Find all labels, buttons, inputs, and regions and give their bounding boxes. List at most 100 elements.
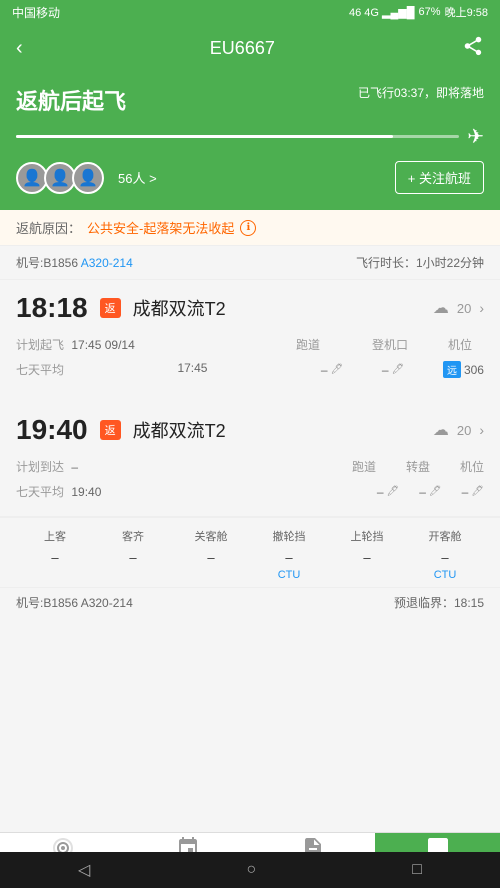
dep-avg-value: 17:45 xyxy=(177,361,207,378)
dep-gate-value: – xyxy=(382,363,389,377)
progress-track xyxy=(16,135,459,138)
dep-position-value: 306 xyxy=(464,363,484,377)
status-col-0: 上客 xyxy=(16,528,94,544)
status-val-3: – xyxy=(250,550,328,565)
signal-label: 46 4G ▂▄▆█ xyxy=(349,6,415,19)
follower-avatars: 👤 👤 👤 56人 > xyxy=(16,162,157,194)
arr-turntable-value: – xyxy=(419,485,426,499)
arr-position-edit-icon: 🖊 xyxy=(471,486,484,497)
arrival-time: 19:40 xyxy=(16,414,88,446)
back-button[interactable]: ‹ xyxy=(16,37,23,60)
arr-position-value: – xyxy=(462,485,469,499)
battery-label: 67% xyxy=(419,6,441,18)
status-sub-2 xyxy=(172,569,250,581)
followers-row: 👤 👤 👤 56人 > + 关注航班 xyxy=(16,161,484,194)
dep-gate-edit-icon: 🖊 xyxy=(392,364,405,375)
return-reason-value: 公共安全-起落架无法收起 xyxy=(87,218,234,237)
status-sub-row: CTU CTU xyxy=(16,569,484,581)
dep-runway-value: – xyxy=(321,363,328,377)
departure-values-row: 七天平均 17:45 – 🖊 – 🖊 远 306 xyxy=(16,357,484,382)
arr-sched-label: 计划到达 xyxy=(16,460,64,474)
arr-position-label: 机位 xyxy=(460,458,484,475)
bottom-preview: 预退临界：18:15 xyxy=(394,594,484,611)
flight-progress: ✈ xyxy=(16,124,484,149)
arrival-weather-icon: ☁ xyxy=(433,420,449,440)
sys-home-button[interactable]: ○ xyxy=(246,861,256,879)
status-sub-1 xyxy=(94,569,172,581)
arrival-segment: 19:40 返 成都双流T2 ☁ 20 › 计划到达 – 跑道 转盘 机位 七天… xyxy=(0,402,500,517)
arr-avg-label: 七天平均 xyxy=(16,485,64,499)
departure-time: 18:18 xyxy=(16,292,88,324)
arr-turntable-edit-icon: 🖊 xyxy=(429,486,442,497)
arrival-scheduled-row: 计划到达 – 跑道 转盘 机位 xyxy=(16,454,484,479)
status-right: 46 4G ▂▄▆█ 67% 晚上9:58 xyxy=(349,4,488,20)
flight-duration: 飞行时长：1小时22分钟 xyxy=(356,254,484,271)
status-header-row: 上客 客齐 关客舱 撤轮挡 上轮挡 开客舱 xyxy=(16,528,484,544)
arrival-airport: 成都双流T2 xyxy=(133,417,226,443)
share-button[interactable] xyxy=(462,35,484,62)
return-reason-bar: 返航原因： 公共安全-起落架无法收起 ℹ xyxy=(0,210,500,246)
bottom-meta-bar: 机号:B1856 A320-214 预退临界：18:15 xyxy=(0,587,500,617)
status-sub-0 xyxy=(16,569,94,581)
hero-section: 返航后起飞 已飞行03:37，即将落地 ✈ 👤 👤 👤 56人 > + 关注航班 xyxy=(0,72,500,210)
app-header: ‹ EU6667 xyxy=(0,24,500,72)
plane-icon: ✈ xyxy=(467,124,484,149)
status-sub-3: CTU xyxy=(250,569,328,581)
departure-segment: 18:18 返 成都双流T2 ☁ 20 › 计划起飞 17:45 09/14 跑… xyxy=(0,280,500,402)
bottom-aircraft-info: 机号:B1856 A320-214 xyxy=(16,594,133,611)
flight-meta-bar: 机号:B1856 A320-214 飞行时长：1小时22分钟 xyxy=(0,246,500,280)
dep-sched-label: 计划起飞 xyxy=(16,338,64,352)
dep-sched-value: 17:45 09/14 xyxy=(71,338,134,352)
arrival-badge: 返 xyxy=(100,420,121,440)
dep-runway-label: 跑道 xyxy=(296,336,332,353)
dep-position-label: 机位 xyxy=(448,336,484,353)
system-nav-bar: ◁ ○ □ xyxy=(0,852,500,888)
status-col-4: 上轮挡 xyxy=(328,528,406,544)
avatar-3: 👤 xyxy=(72,162,104,194)
arr-runway-label: 跑道 xyxy=(352,458,376,475)
time-label: 晚上9:58 xyxy=(445,4,488,20)
dep-avg-label: 七天平均 xyxy=(16,361,64,378)
status-col-5: 开客舱 xyxy=(406,528,484,544)
flight-number-title: EU6667 xyxy=(210,38,275,59)
dep-gate-label: 登机口 xyxy=(372,336,408,353)
departure-temp: 20 xyxy=(457,301,471,316)
status-sub-5: CTU xyxy=(406,569,484,581)
departure-scheduled-row: 计划起飞 17:45 09/14 跑道 登机口 机位 xyxy=(16,332,484,357)
progress-fill xyxy=(16,135,393,138)
flight-status-text: 返航后起飞 xyxy=(16,84,126,116)
info-icon[interactable]: ℹ xyxy=(240,220,256,236)
aircraft-model-link[interactable]: A320-214 xyxy=(81,256,133,270)
status-value-row: – – – – – – xyxy=(16,550,484,565)
status-val-1: – xyxy=(94,550,172,565)
aircraft-number: 机号:B1856 A320-214 xyxy=(16,254,133,271)
arr-runway-edit-icon: 🖊 xyxy=(387,486,400,497)
dep-runway-edit-icon: 🖊 xyxy=(331,364,344,375)
arr-sched-value: – xyxy=(71,460,78,474)
status-col-1: 客齐 xyxy=(94,528,172,544)
return-reason-label: 返航原因： xyxy=(16,218,81,237)
flight-duration-info: 已飞行03:37，即将落地 xyxy=(358,84,484,101)
arrival-chevron-icon[interactable]: › xyxy=(479,422,484,438)
status-col-2: 关客舱 xyxy=(172,528,250,544)
arr-turntable-label: 转盘 xyxy=(406,458,430,475)
follow-button[interactable]: + 关注航班 xyxy=(395,161,484,194)
departure-badge: 返 xyxy=(100,298,121,318)
status-val-5: – xyxy=(406,550,484,565)
dep-position-far-badge: 远 xyxy=(443,361,461,378)
arrival-temp: 20 xyxy=(457,423,471,438)
carrier-label: 中国移动 xyxy=(12,4,60,21)
status-val-2: – xyxy=(172,550,250,565)
arr-runway-value: – xyxy=(377,485,384,499)
sys-recent-button[interactable]: □ xyxy=(412,861,422,879)
departure-weather-icon: ☁ xyxy=(433,298,449,318)
status-col-3: 撤轮挡 xyxy=(250,528,328,544)
arrival-values-row: 七天平均 19:40 – 🖊 – 🖊 – 🖊 xyxy=(16,479,484,504)
departure-chevron-icon[interactable]: › xyxy=(479,300,484,316)
boarding-status-table: 上客 客齐 关客舱 撤轮挡 上轮挡 开客舱 – – – – – – CTU CT… xyxy=(0,517,500,587)
sys-back-button[interactable]: ◁ xyxy=(78,860,90,880)
status-val-0: – xyxy=(16,550,94,565)
followers-count[interactable]: 56人 > xyxy=(118,168,157,187)
status-val-4: – xyxy=(328,550,406,565)
status-bar: 中国移动 46 4G ▂▄▆█ 67% 晚上9:58 xyxy=(0,0,500,24)
